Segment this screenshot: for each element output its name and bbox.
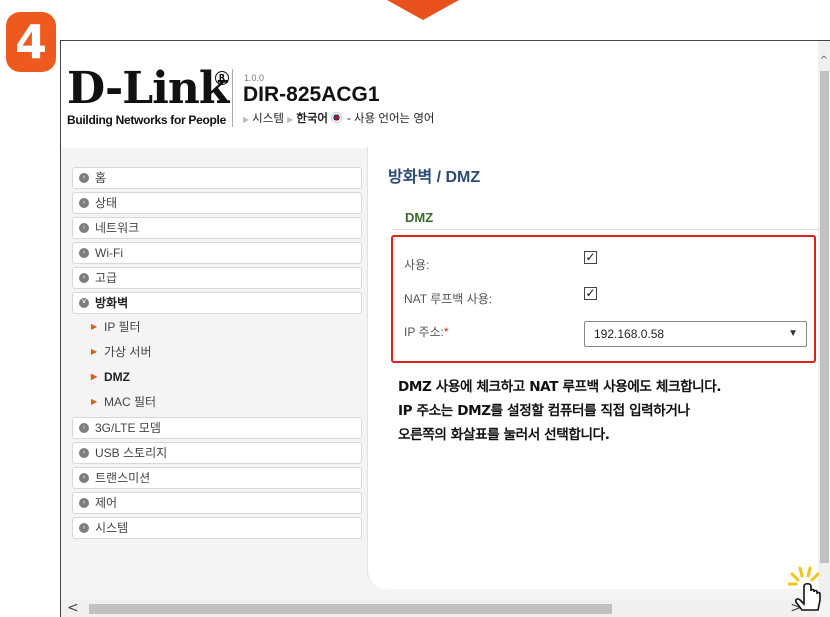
vertical-scroll-thumb[interactable]	[820, 71, 829, 563]
chevron-down-icon[interactable]: ▼	[788, 322, 798, 346]
triangle-right-icon: ▶	[243, 115, 250, 124]
sidebar-item-label: Wi-Fi	[95, 246, 123, 260]
registered-icon: R	[215, 71, 229, 85]
sidebar-item-label: 시스템	[95, 521, 129, 535]
sidebar-item-label: DMZ	[104, 370, 130, 384]
firmware-version: 1.0.0	[244, 73, 265, 83]
screen: 4 D-Link R Building Networks for People …	[0, 0, 830, 617]
chevron-circle-icon: ›	[79, 523, 89, 533]
horizontal-scrollbar[interactable]: < >	[61, 600, 818, 617]
sidebar-subitem-dmz[interactable]: ▶ DMZ	[72, 367, 362, 389]
sidebar-subitem-ip-filter[interactable]: ▶ IP 필터	[72, 317, 362, 339]
ip-address-value: 192.168.0.58	[594, 327, 665, 341]
sidebar-item-label: USB 스토리지	[95, 446, 168, 460]
system-link[interactable]: 시스템	[252, 113, 284, 125]
sidebar-item-label: 3G/LTE 모뎀	[95, 421, 161, 435]
chevron-circle-icon: ›	[79, 173, 89, 183]
sidebar-item-label: 고급	[95, 271, 118, 285]
instruction-line: DMZ 사용에 체크하고 NAT 루프백 사용에도 체크합니다.	[398, 379, 722, 395]
sidebar-nav: › 홈 › 상태 › 네트워크 › Wi-Fi › 고급 ˅ 방화벽 ▶ IP 필터 ▶ 가상 …	[72, 167, 362, 542]
down-arrow-icon	[387, 0, 459, 20]
content-panel: 방화벽 / DMZ DMZ	[367, 147, 819, 589]
nat-loopback-checkbox[interactable]: ✓	[584, 287, 597, 300]
section-divider	[392, 229, 819, 230]
horizontal-scroll-thumb[interactable]	[89, 604, 612, 614]
scroll-left-icon[interactable]: <	[67, 600, 79, 617]
vertical-scrollbar[interactable]: ^	[818, 41, 830, 601]
sidebar-item-label: 홈	[95, 171, 107, 185]
header-divider	[232, 69, 233, 127]
chevron-circle-icon: ›	[79, 248, 89, 258]
header-links: ▶ 시스템 ▶ 한국어 - 사용 언어는 영어	[243, 110, 435, 126]
triangle-right-icon: ▶	[91, 397, 98, 406]
sidebar-item-label: 트랜스미션	[95, 471, 151, 485]
language-link[interactable]: 한국어	[296, 113, 328, 125]
logo-text: D-Link	[67, 63, 229, 114]
triangle-right-icon: ▶	[91, 347, 98, 356]
sidebar-item-label: 방화벽	[95, 296, 129, 310]
step-badge: 4	[6, 12, 56, 72]
chevron-circle-icon: ›	[79, 448, 89, 458]
model-name: DIR-825ACG1	[243, 83, 380, 106]
chevron-circle-icon: ›	[79, 273, 89, 283]
instruction-line: 오른쪽의 화살표를 눌러서 선택합니다.	[398, 427, 610, 443]
language-note: - 사용 언어는 영어	[347, 113, 435, 125]
triangle-right-icon: ▶	[91, 372, 98, 381]
instruction-text: DMZ 사용에 체크하고 NAT 루프백 사용에도 체크합니다. IP 주소는 …	[398, 375, 818, 447]
enable-label: 사용:	[404, 258, 430, 272]
chevron-circle-icon: ›	[79, 498, 89, 508]
sidebar-subitem-virtual-server[interactable]: ▶ 가상 서버	[72, 342, 362, 364]
instruction-line: IP 주소는 DMZ를 설정할 컴퓨터를 직접 입력하거나	[398, 403, 690, 419]
sidebar-item-label: 네트워크	[95, 221, 140, 235]
chevron-circle-icon: ›	[79, 223, 89, 233]
scroll-up-icon[interactable]: ^	[818, 55, 830, 67]
sidebar-item-label: MAC 필터	[104, 395, 157, 409]
sidebar-item-network[interactable]: › 네트워크	[72, 217, 362, 239]
sidebar-item-label: IP 필터	[104, 320, 141, 334]
sidebar-item-control[interactable]: › 제어	[72, 492, 362, 514]
sidebar-item-usb-storage[interactable]: › USB 스토리지	[72, 442, 362, 464]
chevron-circle-icon: ›	[79, 423, 89, 433]
ip-address-label: IP 주소:*	[404, 323, 449, 340]
sidebar-item-transmission[interactable]: › 트랜스미션	[72, 467, 362, 489]
sidebar-item-home[interactable]: › 홈	[72, 167, 362, 189]
korea-flag-icon	[331, 112, 343, 123]
sidebar-item-label: 제어	[95, 496, 118, 510]
chevron-down-circle-icon: ˅	[79, 298, 89, 308]
ip-address-label-text: IP 주소:	[404, 325, 444, 339]
sidebar-item-system[interactable]: › 시스템	[72, 517, 362, 539]
sidebar-item-3g-lte-modem[interactable]: › 3G/LTE 모뎀	[72, 417, 362, 439]
triangle-right-icon: ▶	[91, 322, 98, 331]
sidebar-item-firewall[interactable]: ˅ 방화벽	[72, 292, 362, 314]
ip-address-select[interactable]: 192.168.0.58 ▼	[584, 321, 807, 347]
triangle-right-icon: ▶	[287, 115, 294, 124]
dlink-logo: D-Link R Building Networks for People	[67, 63, 229, 128]
sidebar-item-status[interactable]: › 상태	[72, 192, 362, 214]
sidebar-subitem-mac-filter[interactable]: ▶ MAC 필터	[72, 392, 362, 414]
section-title: DMZ	[405, 210, 434, 225]
chevron-circle-icon: ›	[79, 473, 89, 483]
page-header: D-Link R Building Networks for People 1.…	[61, 41, 818, 148]
page-title: 방화벽 / DMZ	[388, 169, 481, 186]
nat-loopback-label: NAT 루프백 사용:	[404, 292, 493, 306]
required-mark: *	[443, 325, 449, 339]
sidebar-item-label: 가상 서버	[104, 345, 152, 359]
logo-tagline: Building Networks for People	[67, 113, 226, 127]
sidebar-item-advanced[interactable]: › 고급	[72, 267, 362, 289]
sidebar-item-wifi[interactable]: › Wi-Fi	[72, 242, 362, 264]
sidebar-item-label: 상태	[95, 196, 118, 210]
enable-checkbox[interactable]: ✓	[584, 251, 597, 264]
chevron-circle-icon: ›	[79, 198, 89, 208]
hand-cursor-icon	[788, 566, 821, 611]
